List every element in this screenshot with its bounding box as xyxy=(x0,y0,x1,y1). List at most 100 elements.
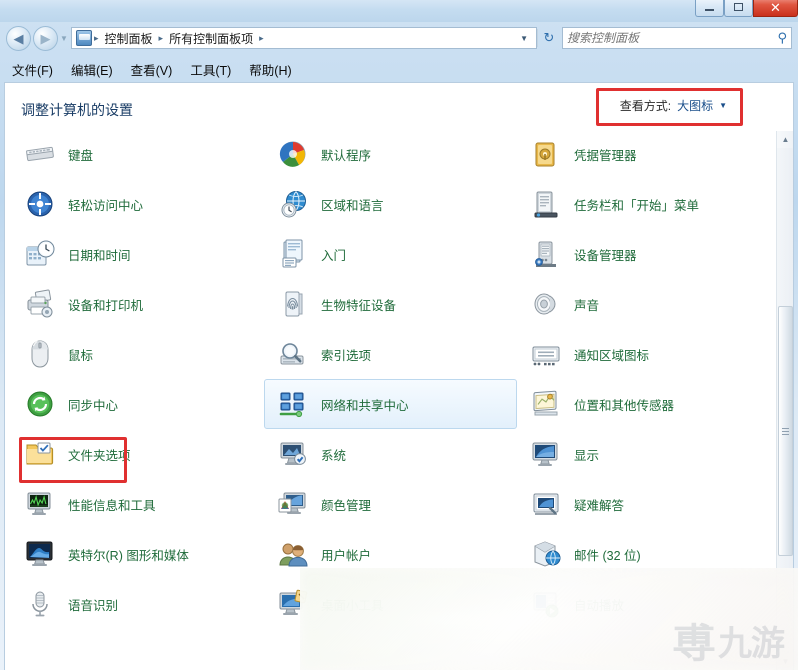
region-language-icon xyxy=(277,188,309,220)
view-by-control[interactable]: 查看方式: 大图标 ▼ xyxy=(612,92,735,119)
view-by-label: 查看方式: xyxy=(620,97,671,114)
control-panel-item-folder-options[interactable]: 文件夹选项 xyxy=(11,429,264,479)
history-dropdown-button[interactable]: ▼ xyxy=(58,34,70,43)
control-panel-item-label: 同步中心 xyxy=(68,395,118,414)
control-panel-item-label: 设备和打印机 xyxy=(68,295,143,314)
minimize-button[interactable] xyxy=(695,0,724,17)
control-panel-item-mouse[interactable]: 鼠标 xyxy=(11,329,264,379)
breadcrumb-dropdown-icon[interactable]: ▼ xyxy=(514,34,534,43)
control-panel-item-performance-tools[interactable]: 性能信息和工具 xyxy=(11,479,264,529)
control-panel-item-label: 默认程序 xyxy=(321,145,371,164)
control-panel-item-label: 鼠标 xyxy=(68,345,93,364)
breadcrumb-item-control-panel[interactable]: 控制面板 xyxy=(101,30,157,47)
user-accounts-icon xyxy=(277,538,309,570)
control-panel-item-date-time[interactable]: 日期和时间 xyxy=(11,229,264,279)
control-panel-item-speech-recognition[interactable]: 语音识别 xyxy=(11,579,264,629)
jiuyou-watermark-logo: 尃 九游 xyxy=(674,624,784,664)
biometric-devices-icon xyxy=(277,288,309,320)
caret-up-icon: ▲ xyxy=(782,135,790,144)
display-icon xyxy=(530,438,562,470)
chevron-down-icon[interactable]: ▼ xyxy=(719,101,727,110)
control-panel-item-keyboard[interactable]: 键盘 xyxy=(11,131,264,179)
control-panel-item-label: 索引选项 xyxy=(321,345,371,364)
device-manager-icon xyxy=(530,238,562,270)
getting-started-icon xyxy=(277,238,309,270)
control-panel-item-default-programs[interactable]: 默认程序 xyxy=(264,131,517,179)
control-panel-item-label: 轻松访问中心 xyxy=(68,195,143,214)
folder-options-icon xyxy=(24,438,56,470)
refresh-button[interactable]: ↻ xyxy=(538,30,560,46)
search-icon: ⚲ xyxy=(777,30,787,46)
breadcrumb[interactable]: ▸ 控制面板 ▸ 所有控制面板项 ▸ ▼ xyxy=(71,27,537,49)
jiuyou-watermark-text: 九游 xyxy=(718,627,784,661)
control-panel-item-biometric-devices[interactable]: 生物特征设备 xyxy=(264,279,517,329)
control-panel-item-color-management[interactable]: 颜色管理 xyxy=(264,479,517,529)
window-title-bar: ✕ xyxy=(0,0,798,22)
breadcrumb-separator-2[interactable]: ▸ xyxy=(257,33,266,44)
performance-tools-icon xyxy=(24,488,56,520)
control-panel-item-label: 设备管理器 xyxy=(574,245,637,264)
maximize-button[interactable] xyxy=(724,0,753,17)
control-panel-item-intel-graphics[interactable]: 英特尔(R) 图形和媒体 xyxy=(11,529,264,579)
control-panel-item-indexing-options[interactable]: 索引选项 xyxy=(264,329,517,379)
control-panel-item-label: 文件夹选项 xyxy=(68,445,131,464)
control-panel-item-label: 入门 xyxy=(321,245,346,264)
scrollbar-thumb[interactable] xyxy=(778,306,793,556)
control-panel-item-label: 日期和时间 xyxy=(68,245,131,264)
control-panel-item-label: 英特尔(R) 图形和媒体 xyxy=(68,545,189,564)
control-panel-item-credential-manager[interactable]: 凭据管理器 xyxy=(517,131,770,179)
control-panel-item-label: 显示 xyxy=(574,445,599,464)
control-panel-item-label: 键盘 xyxy=(68,145,93,164)
search-box[interactable]: ⚲ xyxy=(562,27,792,49)
menu-item-tools[interactable]: 工具(T) xyxy=(190,60,231,79)
control-panel-item-notification-area-icons[interactable]: 通知区域图标 xyxy=(517,329,770,379)
mouse-icon xyxy=(24,338,56,370)
system-icon xyxy=(277,438,309,470)
control-panel-item-network-sharing-center[interactable]: 网络和共享中心 xyxy=(264,379,517,429)
control-panel-icon xyxy=(76,30,92,46)
control-panel-item-label: 生物特征设备 xyxy=(321,295,396,314)
control-panel-item-label: 通知区域图标 xyxy=(574,345,649,364)
scroll-up-button[interactable]: ▲ xyxy=(777,131,794,148)
mail-icon xyxy=(530,538,562,570)
control-panel-item-device-manager[interactable]: 设备管理器 xyxy=(517,229,770,279)
minimize-icon xyxy=(705,9,714,11)
notification-area-icons-icon xyxy=(530,338,562,370)
chevron-down-icon: ▼ xyxy=(60,34,68,43)
navigation-bar: ◀ ▶ ▼ ▸ 控制面板 ▸ 所有控制面板项 ▸ ▼ ↻ ⚲ xyxy=(0,22,798,54)
control-panel-item-label: 系统 xyxy=(321,445,346,464)
menu-bar: 文件(F) 编辑(E) 查看(V) 工具(T) 帮助(H) xyxy=(0,56,798,82)
control-panel-item-label: 语音识别 xyxy=(68,595,118,614)
control-panel-items-grid: 键盘默认程序凭据管理器轻松访问中心区域和语言任务栏和「开始」菜单日期和时间入门设… xyxy=(5,131,776,629)
control-panel-item-system[interactable]: 系统 xyxy=(264,429,517,479)
control-panel-item-location-sensors[interactable]: 位置和其他传感器 xyxy=(517,379,770,429)
control-panel-item-label: 疑难解答 xyxy=(574,495,624,514)
breadcrumb-item-all-items[interactable]: 所有控制面板项 xyxy=(165,30,257,47)
control-panel-item-display[interactable]: 显示 xyxy=(517,429,770,479)
breadcrumb-separator-0: ▸ xyxy=(92,33,101,44)
page-title: 调整计算机的设置 xyxy=(21,100,133,120)
control-panel-item-label: 颜色管理 xyxy=(321,495,371,514)
control-panel-item-label: 性能信息和工具 xyxy=(68,495,156,514)
menu-item-view[interactable]: 查看(V) xyxy=(131,60,173,79)
control-panel-item-ease-of-access[interactable]: 轻松访问中心 xyxy=(11,179,264,229)
view-by-value[interactable]: 大图标 xyxy=(677,97,713,114)
menu-item-edit[interactable]: 编辑(E) xyxy=(71,60,113,79)
close-icon: ✕ xyxy=(770,1,781,14)
control-panel-item-troubleshooting[interactable]: 疑难解答 xyxy=(517,479,770,529)
location-sensors-icon xyxy=(530,388,562,420)
menu-item-help[interactable]: 帮助(H) xyxy=(249,60,291,79)
search-input[interactable] xyxy=(567,31,777,45)
back-button[interactable]: ◀ xyxy=(6,26,31,51)
close-button[interactable]: ✕ xyxy=(753,0,798,17)
control-panel-item-taskbar-start-menu[interactable]: 任务栏和「开始」菜单 xyxy=(517,179,770,229)
control-panel-item-region-language[interactable]: 区域和语言 xyxy=(264,179,517,229)
menu-item-file[interactable]: 文件(F) xyxy=(12,60,53,79)
ease-of-access-icon xyxy=(24,188,56,220)
control-panel-item-sound[interactable]: 声音 xyxy=(517,279,770,329)
control-panel-item-devices-printers[interactable]: 设备和打印机 xyxy=(11,279,264,329)
control-panel-item-getting-started[interactable]: 入门 xyxy=(264,229,517,279)
forward-button[interactable]: ▶ xyxy=(33,26,58,51)
color-management-icon xyxy=(277,488,309,520)
control-panel-item-sync-center[interactable]: 同步中心 xyxy=(11,379,264,429)
